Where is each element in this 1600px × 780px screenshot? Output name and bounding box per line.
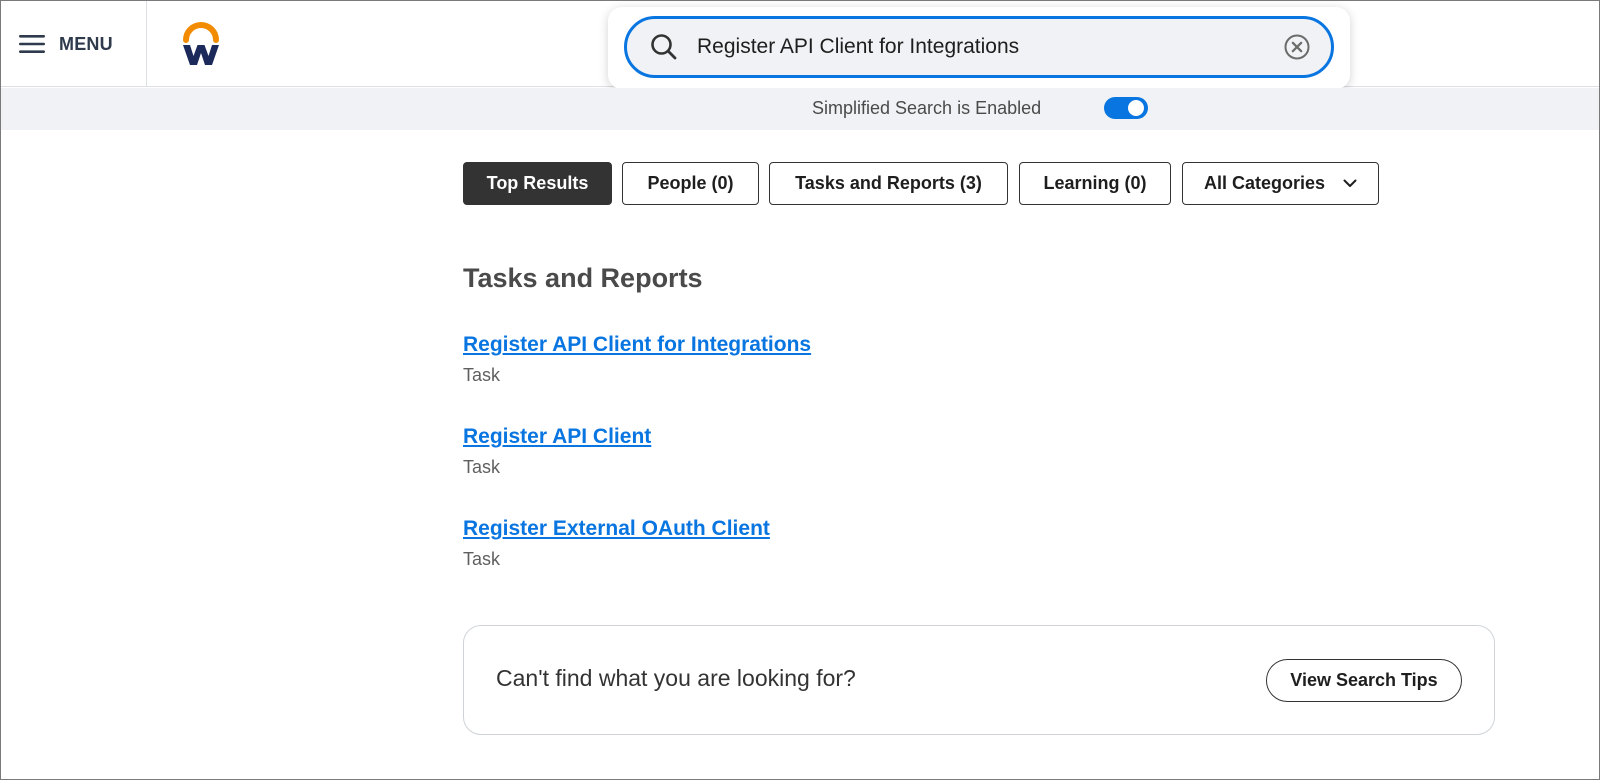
tab-label: People (0) bbox=[647, 173, 734, 193]
result-type: Task bbox=[463, 365, 501, 385]
tab-label: Learning (0) bbox=[1043, 173, 1147, 193]
tab-top-results[interactable]: Top Results bbox=[463, 162, 612, 205]
result-type: Task bbox=[463, 549, 501, 569]
simplified-search-label: Simplified Search is Enabled bbox=[812, 98, 1042, 118]
clear-circle-icon[interactable] bbox=[1283, 33, 1311, 61]
tab-label: Tasks and Reports (3) bbox=[795, 173, 982, 193]
menu-button[interactable]: MENU bbox=[1, 1, 147, 87]
tab-label: All Categories bbox=[1203, 173, 1326, 193]
tab-tasks-and-reports[interactable]: Tasks and Reports (3) bbox=[769, 162, 1008, 205]
toggle-knob bbox=[1128, 100, 1144, 116]
search-popover bbox=[608, 7, 1350, 89]
list-item: Register External OAuth Client Task bbox=[463, 517, 770, 570]
search-help-card: Can't find what you are looking for? Vie… bbox=[463, 625, 1495, 735]
search-input[interactable] bbox=[697, 29, 1257, 65]
simplified-search-toggle[interactable] bbox=[1104, 97, 1148, 119]
hamburger-menu-icon bbox=[19, 35, 45, 53]
help-text: Can't find what you are looking for? bbox=[496, 665, 856, 691]
workday-logo-icon[interactable] bbox=[177, 19, 225, 69]
result-type: Task bbox=[463, 457, 501, 477]
menu-label: MENU bbox=[59, 33, 113, 54]
search-field[interactable] bbox=[624, 16, 1334, 78]
top-header: MENU bbox=[1, 1, 1599, 89]
app-frame: MENU Simplified Search is Enabled bbox=[0, 0, 1600, 780]
simplified-search-bar: Simplified Search is Enabled bbox=[1, 88, 1599, 130]
result-link[interactable]: Register External OAuth Client bbox=[463, 517, 770, 541]
tab-learning[interactable]: Learning (0) bbox=[1019, 162, 1171, 205]
tab-label: Top Results bbox=[486, 173, 589, 193]
tab-people[interactable]: People (0) bbox=[622, 162, 759, 205]
result-link[interactable]: Register API Client for Integrations bbox=[463, 333, 811, 357]
view-search-tips-button[interactable]: View Search Tips bbox=[1266, 659, 1462, 702]
tab-all-categories[interactable]: All Categories bbox=[1182, 162, 1379, 205]
list-item: Register API Client for Integrations Tas… bbox=[463, 333, 811, 386]
chevron-down-icon bbox=[1343, 179, 1357, 187]
result-link[interactable]: Register API Client bbox=[463, 425, 651, 449]
button-label: View Search Tips bbox=[1290, 670, 1438, 690]
list-item: Register API Client Task bbox=[463, 425, 651, 478]
section-title: Tasks and Reports bbox=[463, 263, 703, 293]
search-icon bbox=[651, 34, 677, 60]
